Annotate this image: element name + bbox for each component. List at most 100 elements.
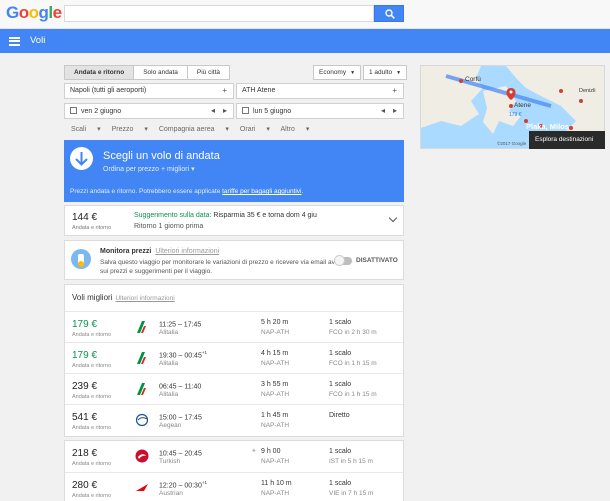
- flight-stops: Diretto: [329, 412, 350, 419]
- passengers-select[interactable]: 1 adulto ▼: [363, 65, 408, 80]
- map-label-athens: Atene: [514, 102, 531, 109]
- best-flights-card: Voli migliori Ulteriori informazioni 179 …: [64, 284, 405, 437]
- flight-carrier: Austrian: [159, 490, 183, 497]
- filter-more[interactable]: Altro ▾: [281, 126, 310, 133]
- flight-carrier: Alitalia: [159, 391, 179, 398]
- flight-duration: 1 h 45 m: [261, 412, 289, 419]
- filter-stops[interactable]: Scali ▾: [71, 126, 101, 133]
- google-logo[interactable]: Google: [6, 3, 62, 23]
- top-bar: Google: [0, 0, 610, 29]
- chevron-down-icon[interactable]: [388, 213, 398, 223]
- filter-price[interactable]: Prezzo ▾: [112, 126, 148, 133]
- flight-route: NAP-ATH: [261, 422, 290, 429]
- choose-departure-banner: Scegli un volo di andata Ordina per prez…: [64, 140, 404, 202]
- caret-down-icon: ▼: [396, 70, 402, 76]
- next-date-icon[interactable]: ▸: [223, 106, 227, 115]
- add-icon[interactable]: +: [392, 86, 397, 95]
- flight-row[interactable]: 541 € Andata e ritorno 15:00 – 17:45 Aegean…: [65, 404, 405, 435]
- page-title: Voli: [30, 35, 46, 46]
- filter-airline[interactable]: Compagnia aerea ▾: [159, 126, 229, 133]
- suggestion-sub: Ritorno 1 giorno prima: [134, 223, 204, 230]
- flight-times: 06:45 – 11:40: [159, 383, 202, 391]
- suggestion-price: 144 €: [72, 212, 98, 223]
- flight-carrier: Aegean: [159, 422, 182, 429]
- logo-letter: e: [52, 3, 62, 22]
- origin-value: Napoli (tutti gli aeroporti): [70, 87, 147, 94]
- flight-times: 15:00 – 17:45: [159, 414, 202, 422]
- destination-field[interactable]: ATH Atene +: [236, 83, 404, 99]
- search-input[interactable]: [64, 5, 374, 22]
- flight-route: NAP-ATH: [261, 360, 290, 367]
- flight-price: 218 €: [72, 448, 98, 459]
- prev-date-icon[interactable]: ◂: [211, 106, 215, 115]
- flight-row[interactable]: 280 € Andata e ritorno 12:20 – 00:30+1 Aust…: [65, 472, 405, 501]
- price-tracking-card: Monitora prezzi Ulteriori informazioni Sa…: [64, 240, 404, 280]
- price-tracking-desc: Salva questo viaggio per monitorare le v…: [100, 259, 345, 275]
- airline-logo-icon: [135, 351, 147, 365]
- flight-price-type: Andata e ritorno: [72, 394, 112, 400]
- map-label-denizli: Denizli: [579, 88, 596, 94]
- filter-times[interactable]: Orari ▾: [240, 126, 270, 133]
- class-select[interactable]: Economy ▼: [313, 65, 362, 80]
- best-flights-title: Voli migliori Ulteriori informazioni: [72, 293, 175, 302]
- flight-layover: FCO in 2 h 30 m: [329, 329, 377, 336]
- hamburger-menu-icon[interactable]: [9, 37, 20, 46]
- flight-stops: 1 scalo: [329, 381, 352, 388]
- emissions-icon: ⚹: [252, 448, 256, 454]
- logo-letter: G: [6, 3, 19, 22]
- return-date-value: lun 5 giugno: [253, 108, 292, 115]
- airline-logo-icon: [135, 449, 149, 463]
- flight-price-type: Andata e ritorno: [72, 363, 112, 369]
- flight-price-type: Andata e ritorno: [72, 493, 112, 499]
- trip-type-roundtrip[interactable]: Andata e ritorno: [65, 66, 135, 79]
- flight-carrier: Alitalia: [159, 329, 179, 336]
- flight-row[interactable]: 218 € Andata e ritorno 10:45 – 20:45 Turkis…: [65, 441, 405, 472]
- flight-times: 11:25 – 17:45: [159, 321, 202, 329]
- passengers-value: 1 adulto: [369, 69, 393, 76]
- banner-note: Prezzi andata e ritorno. Potrebbero esse…: [70, 188, 304, 195]
- arrow-down-icon: [70, 147, 93, 170]
- flight-stops: 1 scalo: [329, 480, 352, 487]
- explore-destinations-button[interactable]: Esplora destinazioni: [529, 131, 605, 149]
- date-suggestion-card[interactable]: 144 € Andata e ritorno Suggerimento sull…: [64, 205, 404, 236]
- flight-price-type: Andata e ritorno: [72, 461, 112, 467]
- banner-title: Scegli un volo di andata: [103, 150, 220, 162]
- search-icon: [385, 9, 395, 19]
- sort-select[interactable]: Ordina per prezzo + migliori ▾: [103, 165, 195, 173]
- baggage-fees-link[interactable]: tariffe per bagagli aggiuntivi: [222, 188, 301, 195]
- search-button[interactable]: [374, 5, 404, 22]
- flight-layover: IST in 5 h 15 m: [329, 458, 373, 465]
- prev-date-icon[interactable]: ◂: [381, 106, 385, 115]
- flight-duration: 11 h 10 m: [261, 480, 292, 487]
- swap-icon[interactable]: +: [222, 86, 227, 95]
- caret-down-icon: ▼: [350, 70, 356, 76]
- flight-route: NAP-ATH: [261, 490, 290, 497]
- airline-logo-icon: [135, 320, 147, 334]
- map-copyright: ©2017 Google: [497, 141, 527, 146]
- next-date-icon[interactable]: ▸: [393, 106, 397, 115]
- origin-field[interactable]: Napoli (tutti gli aeroporti) +: [64, 83, 234, 99]
- flight-duration: 9 h 00: [261, 448, 281, 455]
- price-tracking-toggle[interactable]: [334, 255, 352, 266]
- flight-route: NAP-ATH: [261, 391, 290, 398]
- logo-letter: o: [28, 3, 39, 22]
- class-value: Economy: [319, 69, 347, 76]
- flight-stops: 1 scalo: [329, 350, 352, 357]
- flight-stops: 1 scalo: [329, 319, 352, 326]
- trip-type-multicity[interactable]: Più città: [188, 66, 229, 79]
- flight-row[interactable]: 179 € Andata e ritorno 19:30 – 00:45+1 Alit…: [65, 342, 405, 373]
- flight-price-type: Andata e ritorno: [72, 425, 112, 431]
- filter-bar: Scali ▾ Prezzo ▾ Compagnia aerea ▾ Orari…: [71, 125, 318, 133]
- price-tracking-title: Monitora prezzi Ulteriori informazioni: [100, 248, 220, 255]
- price-tracking-info-link[interactable]: Ulteriori informazioni: [155, 248, 219, 255]
- best-flights-info-link[interactable]: Ulteriori informazioni: [115, 295, 174, 302]
- trip-type-oneway[interactable]: Solo andata: [134, 66, 188, 79]
- flight-duration: 3 h 55 m: [261, 381, 289, 388]
- depart-date-field[interactable]: ven 2 giugno ◂ ▸: [64, 103, 234, 119]
- flight-duration: 4 h 15 m: [261, 350, 289, 357]
- flight-route: NAP-ATH: [261, 329, 290, 336]
- return-date-field[interactable]: lun 5 giugno ◂ ▸: [236, 103, 404, 119]
- flight-row[interactable]: 179 € Andata e ritorno 11:25 – 17:45 Alital…: [65, 311, 405, 342]
- flight-layover: FCO in 1 h 15 m: [329, 360, 377, 367]
- flight-row[interactable]: 239 € Andata e ritorno 06:45 – 11:40 Alital…: [65, 373, 405, 404]
